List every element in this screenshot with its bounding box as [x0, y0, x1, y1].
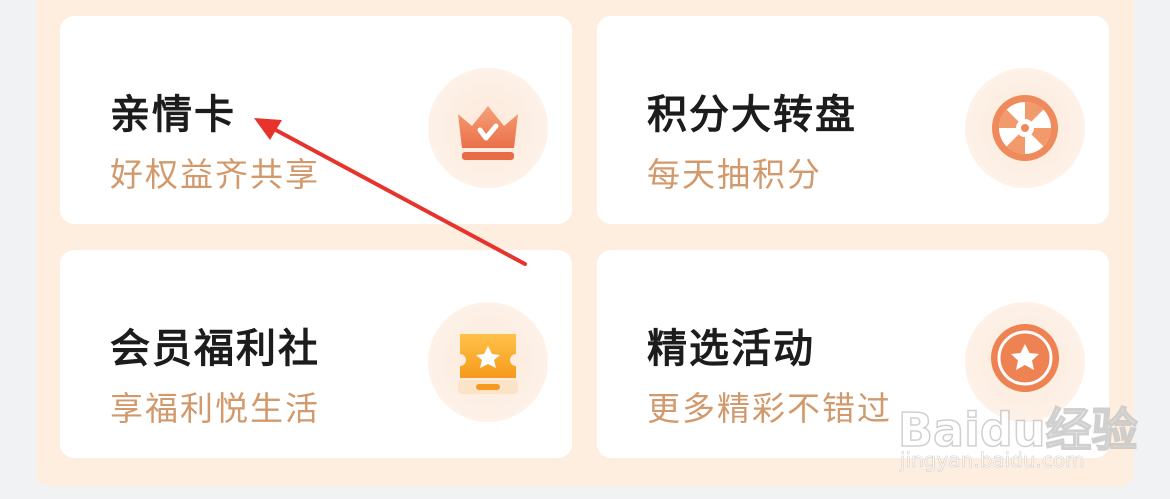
ticket-star-icon: [428, 302, 548, 422]
card-subtitle: 好权益齐共享: [110, 155, 320, 194]
card-subtitle: 享福利悦生活: [110, 389, 320, 428]
card-subtitle: 更多精彩不错过: [647, 389, 892, 428]
card-subtitle: 每天抽积分: [647, 155, 822, 194]
watermark-url: jingyan.baidu.com: [900, 448, 1085, 473]
wheel-icon: [965, 68, 1085, 188]
card-title: 精选活动: [647, 326, 815, 372]
card-title: 积分大转盘: [647, 92, 857, 138]
crown-icon: [428, 68, 548, 188]
card-title: 亲情卡: [110, 92, 236, 138]
card-title: 会员福利社: [110, 326, 320, 372]
card-family-card[interactable]: 亲情卡 好权益齐共享: [60, 16, 572, 224]
baidu-watermark: Baidu经验 jingyan.baidu.com: [897, 392, 1138, 482]
card-points-wheel[interactable]: 积分大转盘 每天抽积分: [597, 16, 1109, 224]
card-member-welfare[interactable]: 会员福利社 享福利悦生活: [60, 250, 572, 458]
